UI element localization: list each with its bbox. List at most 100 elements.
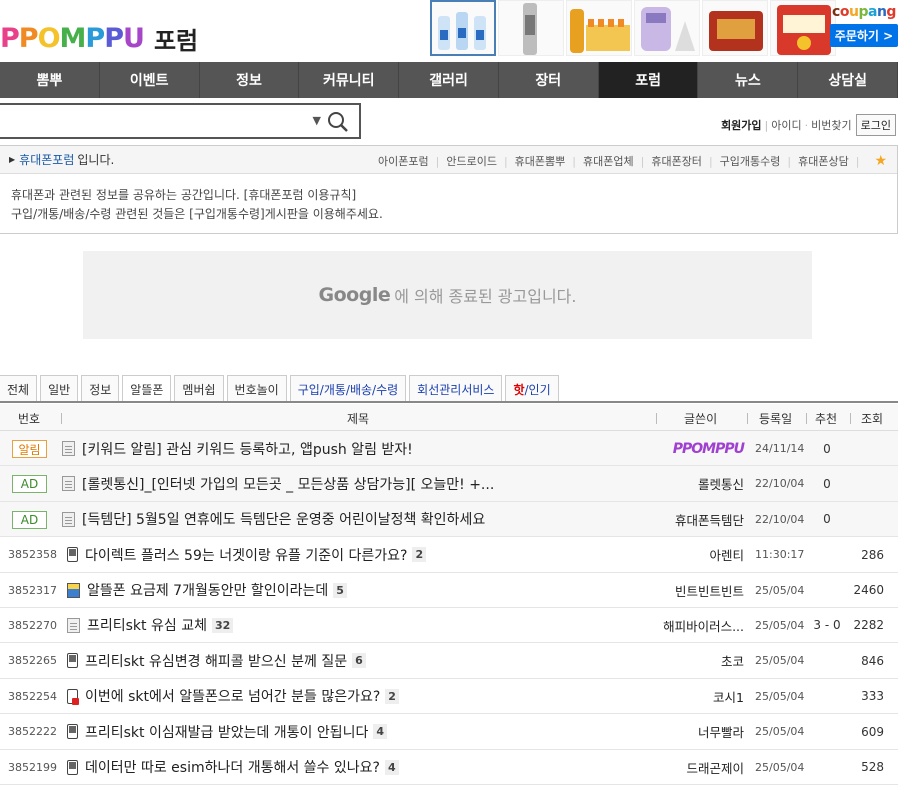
post-title-text[interactable]: 프리티skt 유심 교체	[87, 615, 207, 635]
comment-count[interactable]: 5	[333, 582, 347, 598]
post-title-text[interactable]: 이번에 skt에서 알뜰폰으로 넘어간 분들 많은가요?	[85, 686, 380, 706]
quick-link[interactable]: 휴대폰상담	[798, 153, 849, 169]
post-title[interactable]: 프리티skt 이심재발급 받았는데 개통이 안됩니다 4	[67, 714, 388, 749]
comment-count[interactable]: 2	[385, 688, 399, 704]
post-author[interactable]: 휴대폰득템단	[675, 502, 744, 537]
search-input[interactable]: ▼	[0, 103, 361, 139]
post-rec: 0	[823, 512, 831, 527]
post-author[interactable]: 해피바이러스...	[663, 608, 744, 643]
coupang-order-button[interactable]: 주문하기 >	[830, 24, 898, 47]
product-thumb[interactable]	[430, 0, 496, 56]
nav-item[interactable]: 장터	[499, 62, 599, 98]
post-title[interactable]: [득템단] 5월5일 연휴에도 득템단은 운영중 어린이날정책 확인하세요	[62, 502, 485, 537]
board-name[interactable]: 휴대폰포럼	[19, 151, 74, 168]
quick-link[interactable]: 안드로이드	[446, 153, 497, 169]
quick-link[interactable]: 구입개통수령	[720, 153, 781, 169]
comment-count[interactable]: 32	[211, 617, 234, 633]
post-title-text[interactable]: 프리티skt 이심재발급 받았는데 개통이 안됩니다	[85, 722, 368, 742]
quick-link[interactable]: 아이폰포럼	[378, 153, 429, 169]
quick-link[interactable]: 휴대폰업체	[583, 153, 634, 169]
find-id-link[interactable]: 아이디	[771, 117, 801, 133]
nav-item[interactable]: 이벤트	[100, 62, 200, 98]
table-row[interactable]: 3852317 알뜰폰 요금제 7개월동안만 할인이라는데 5 빈트빈트빈트 25…	[0, 573, 898, 608]
lock-icon	[67, 688, 79, 705]
table-row[interactable]: 3852199 데이터만 따로 esim하나더 개통해서 쓸수 있나요? 4 드래…	[0, 750, 898, 785]
product-thumb[interactable]	[770, 0, 836, 56]
tab[interactable]: 회선관리서비스	[409, 375, 503, 402]
post-date: 25/05/04	[755, 725, 805, 739]
board-desc-line: 구입/개통/배송/수령 관련된 것들은 [구입개통수령]게시판을 이용해주세요.	[11, 207, 383, 221]
nav-item[interactable]: 뽐뿌	[0, 62, 100, 98]
post-author[interactable]: 드래곤제이	[686, 750, 744, 785]
post-view: 286	[861, 547, 884, 562]
post-title[interactable]: 프리티skt 유심 교체 32	[67, 608, 234, 643]
comment-count[interactable]: 2	[412, 547, 427, 563]
login-button[interactable]: 로그인	[855, 114, 896, 136]
post-author[interactable]: 롤렛통신	[698, 466, 744, 501]
post-title[interactable]: 데이터만 따로 esim하나더 개통해서 쓸수 있나요? 4	[67, 750, 399, 785]
ad-badge: AD	[12, 510, 47, 529]
table-row[interactable]: 3852222 프리티skt 이심재발급 받았는데 개통이 안됩니다 4 너무빨라…	[0, 714, 898, 750]
table-row[interactable]: 3852254 이번에 skt에서 알뜰폰으로 넘어간 분들 많은가요? 2 코시…	[0, 679, 898, 715]
find-pw-link[interactable]: 비번찾기	[811, 117, 851, 133]
post-title-text[interactable]: 다이렉트 플러스 59는 너겟이랑 유플 기준이 다른가요?	[85, 545, 407, 565]
post-title-text[interactable]: [득템단] 5월5일 연휴에도 득템단은 운영중 어린이날정책 확인하세요	[82, 509, 485, 529]
tab[interactable]: 구입/개통/배송/수령	[289, 375, 407, 402]
tab[interactable]: 일반	[40, 375, 79, 402]
col-date: 등록일	[759, 412, 793, 426]
dropdown-arrow-icon[interactable]: ▼	[313, 114, 321, 127]
tab[interactable]: 번호놀이	[226, 375, 287, 402]
quick-link[interactable]: 휴대폰장터	[651, 153, 702, 169]
post-title-text[interactable]: 알뜰폰 요금제 7개월동안만 할인이라는데	[87, 580, 328, 600]
table-row[interactable]: 3852265 프리티skt 유심변경 해피콜 받으신 분께 질문 6 초코 25…	[0, 643, 898, 679]
nav-item[interactable]: 갤러리	[399, 62, 499, 98]
tab[interactable]: 정보	[81, 375, 120, 402]
tab[interactable]: 전체	[0, 375, 38, 402]
table-row[interactable]: AD [득템단] 5월5일 연휴에도 득템단은 운영중 어린이날정책 확인하세요…	[0, 501, 898, 538]
product-thumb[interactable]	[702, 0, 768, 56]
product-banner	[430, 0, 836, 56]
board-info: ▶ 휴대폰포럼 입니다. 아이폰포럼 | 안드로이드 | 휴대폰뽐뿌 | 휴대폰업체 |…	[0, 145, 898, 234]
table-row[interactable]: AD [롤렛통신]_[인터넷 가입의 모든곳 _ 모든상품 상담가능][ 오늘만…	[0, 466, 898, 502]
comment-count[interactable]: 6	[352, 653, 366, 669]
post-title[interactable]: [롤렛통신]_[인터넷 가입의 모든곳 _ 모든상품 상담가능][ 오늘만! +…	[62, 466, 494, 501]
join-link[interactable]: 회원가입	[721, 117, 761, 133]
tab-hot[interactable]: 핫/인기	[505, 375, 559, 402]
star-icon[interactable]: ★	[874, 153, 887, 169]
post-author[interactable]: 초코	[721, 643, 744, 678]
table-row[interactable]: 3852270 프리티skt 유심 교체 32 해피바이러스... 25/05/0…	[0, 608, 898, 644]
header: PPOMPPU 포럼 coupang 주문하기 >	[0, 0, 898, 62]
quick-link[interactable]: 휴대폰뽐뿌	[515, 153, 566, 169]
nav-item[interactable]: 뉴스	[698, 62, 799, 98]
post-title[interactable]: 다이렉트 플러스 59는 너겟이랑 유플 기준이 다른가요? 2	[67, 537, 427, 572]
post-title[interactable]: 알뜰폰 요금제 7개월동안만 할인이라는데 5	[67, 573, 347, 608]
coupang-ad[interactable]: coupang 주문하기 >	[830, 4, 898, 52]
post-title-text[interactable]: 데이터만 따로 esim하나더 개통해서 쓸수 있나요?	[85, 757, 380, 777]
post-title[interactable]: 프리티skt 유심변경 해피콜 받으신 분께 질문 6	[67, 643, 366, 678]
nav-item[interactable]: 정보	[200, 62, 300, 98]
comment-count[interactable]: 4	[373, 724, 388, 740]
table-row[interactable]: 알림 [키워드 알림] 관심 키워드 등록하고, 앱push 알림 받자! PP…	[0, 431, 898, 467]
nav-item-active[interactable]: 포럼	[598, 62, 699, 98]
post-author[interactable]: 아렌티	[709, 537, 744, 572]
product-thumb[interactable]	[566, 0, 632, 56]
post-author[interactable]: 빈트빈트빈트	[675, 573, 744, 608]
post-title-text[interactable]: [키워드 알림] 관심 키워드 등록하고, 앱push 알림 받자!	[82, 439, 413, 459]
post-title[interactable]: [키워드 알림] 관심 키워드 등록하고, 앱push 알림 받자!	[62, 431, 413, 466]
post-author[interactable]: 코시1	[713, 679, 744, 714]
post-title[interactable]: 이번에 skt에서 알뜰폰으로 넘어간 분들 많은가요? 2	[67, 679, 399, 714]
comment-count[interactable]: 4	[384, 759, 399, 775]
nav-item[interactable]: 상담실	[798, 62, 898, 98]
site-logo[interactable]: PPOMPPU 포럼	[0, 18, 198, 58]
post-author[interactable]: PPOMPPU	[673, 431, 745, 466]
product-thumb[interactable]	[498, 0, 564, 56]
post-title-text[interactable]: [롤렛통신]_[인터넷 가입의 모든곳 _ 모든상품 상담가능][ 오늘만! +…	[82, 474, 494, 494]
post-author[interactable]: 너무빨라	[698, 714, 744, 749]
tab[interactable]: 멤버쉽	[174, 375, 224, 402]
nav-item[interactable]: 커뮤니티	[299, 62, 400, 98]
product-thumb[interactable]	[634, 0, 700, 56]
search-icon[interactable]	[327, 111, 349, 133]
table-row[interactable]: 3852358 다이렉트 플러스 59는 너겟이랑 유플 기준이 다른가요? 2 …	[0, 537, 898, 573]
post-title-text[interactable]: 프리티skt 유심변경 해피콜 받으신 분께 질문	[85, 651, 347, 671]
tab-active[interactable]: 알뜰폰	[122, 375, 172, 402]
